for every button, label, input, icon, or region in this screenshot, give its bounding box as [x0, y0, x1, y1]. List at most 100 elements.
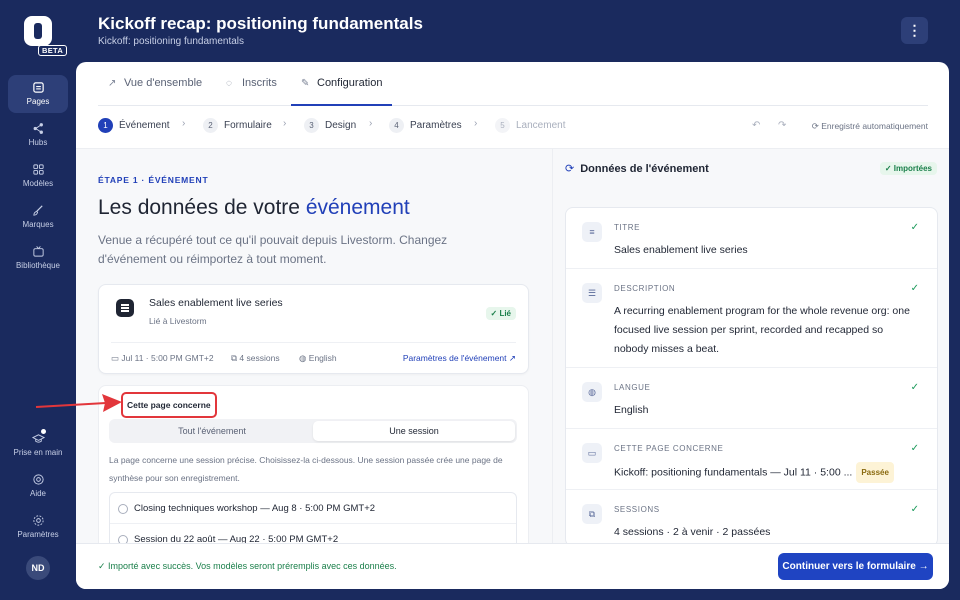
- scope-label: Cette page concerne: [121, 392, 217, 418]
- linked-badge: ✓ Lié: [485, 307, 516, 320]
- sync-icon[interactable]: ⟳: [565, 163, 574, 175]
- field-language: ◍ LANGUE English ✓: [566, 368, 937, 429]
- field-label: DESCRIPTION: [614, 284, 676, 293]
- field-label: CETTE PAGE CONCERNE: [614, 444, 724, 453]
- session-option[interactable]: Session du 22 août — Aug 22 · 5:00 PM GM…: [110, 524, 516, 543]
- field-description: ☰ DESCRIPTION A recurring enablement pro…: [566, 269, 937, 368]
- field-page-scope: ▭ CETTE PAGE CONCERNE Kickoff: positioni…: [566, 429, 937, 490]
- step-label: Formulaire: [224, 120, 272, 132]
- users-icon: ◌: [226, 78, 232, 89]
- section-description: Venue a récupéré tout ce qu'il pouvait d…: [98, 233, 448, 266]
- sidebar-item-prise-en-main[interactable]: Prise en main: [8, 426, 68, 464]
- step-number: 3: [304, 118, 319, 133]
- chevron-right-icon: ›: [182, 118, 186, 129]
- scope-option-event[interactable]: Tout l'événement: [111, 421, 313, 441]
- step-evenement[interactable]: 1 Événement: [98, 118, 170, 133]
- livestorm-icon: [116, 299, 134, 317]
- radio-button[interactable]: [118, 504, 128, 514]
- sidebar-item-parametres[interactable]: Paramètres: [8, 508, 68, 546]
- check-icon: ✓: [910, 222, 919, 233]
- field-value: English: [614, 404, 649, 416]
- tab-bar: ↗ Vue d'ensemble ◌ Inscrits ✎ Configuration: [98, 62, 928, 106]
- field-sessions: ⧉ SESSIONS 4 sessions · 2 à venir · 2 pa…: [566, 490, 937, 543]
- panel-title-text: Données de l'événement: [580, 163, 709, 175]
- field-label: SESSIONS: [614, 505, 660, 514]
- sidebar-item-label: Aide: [29, 489, 46, 498]
- check-icon: ✓: [910, 283, 919, 294]
- annotation-arrow-icon: [35, 394, 122, 412]
- imported-badge: ✓ Importées: [879, 162, 937, 175]
- avatar[interactable]: ND: [26, 556, 50, 580]
- continue-button[interactable]: Continuer vers le formulaire →: [778, 553, 933, 580]
- sidebar-item-bibliotheque[interactable]: Bibliothèque: [8, 239, 68, 277]
- sidebar-item-hubs[interactable]: Hubs: [8, 116, 68, 154]
- session-option[interactable]: Closing techniques workshop — Aug 8 · 5:…: [110, 493, 516, 524]
- field-value: A recurring enablement program for the w…: [614, 305, 910, 355]
- tab-label: Inscrits: [242, 77, 277, 89]
- document-icon: ≡: [582, 222, 602, 242]
- redo-icon[interactable]: ↷: [778, 120, 786, 131]
- step-label: Design: [325, 120, 357, 132]
- pages-icon: [32, 81, 45, 94]
- step-parametres[interactable]: 4 Paramètres: [389, 118, 462, 133]
- field-label: LANGUE: [614, 383, 651, 392]
- field-label: TITRE: [614, 223, 641, 232]
- field-value: 4 sessions · 2 à venir · 2 passées: [614, 526, 771, 538]
- session-label: Closing techniques workshop — Aug 8 · 5:…: [134, 503, 376, 514]
- tab-configuration[interactable]: ✎ Configuration: [291, 62, 393, 106]
- sidebar: BETA Pages Hubs Modèles Marques Biblioth…: [0, 0, 76, 600]
- check-icon: ✓: [910, 382, 919, 393]
- sidebar-item-label: Prise en main: [13, 448, 63, 457]
- step-formulaire[interactable]: 2 Formulaire: [203, 118, 272, 133]
- field-value-text: Kickoff: positioning fundamentals — Jul …: [614, 466, 853, 479]
- app-logo[interactable]: [24, 16, 52, 46]
- scope-option-session[interactable]: Une session: [313, 421, 515, 441]
- session-label: Session du 22 août — Aug 22 · 5:00 PM GM…: [134, 534, 339, 543]
- scope-help-text: La page concerne une session précise. Ch…: [109, 455, 503, 483]
- step-number: 2: [203, 118, 218, 133]
- field-value: Kickoff: positioning fundamentals — Jul …: [614, 462, 914, 483]
- more-menu-button[interactable]: ⋮: [901, 17, 928, 44]
- tab-inscrits[interactable]: ◌ Inscrits: [226, 62, 277, 106]
- sidebar-item-marques[interactable]: Marques: [8, 198, 68, 236]
- event-source: Lié à Livestorm: [149, 316, 207, 326]
- check-icon: ✓: [910, 504, 919, 515]
- section-title: Les données de votre événement: [98, 196, 410, 220]
- page-scope-section: Cette page concerne Tout l'événement Une…: [98, 385, 529, 543]
- brush-icon: [32, 204, 45, 217]
- step-number: 5: [495, 118, 510, 133]
- undo-icon[interactable]: ↶: [752, 120, 760, 131]
- step-design[interactable]: 3 Design: [304, 118, 356, 133]
- gear-icon: [32, 514, 45, 527]
- step-label: Lancement: [516, 120, 566, 132]
- event-settings-link[interactable]: Paramètres de l'événement ↗: [403, 353, 516, 364]
- edit-icon: ✎: [301, 78, 310, 89]
- sidebar-item-label: Pages: [26, 97, 50, 106]
- sidebar-item-aide[interactable]: Aide: [8, 467, 68, 505]
- sidebar-item-label: Modèles: [22, 179, 54, 188]
- tv-icon: [32, 245, 45, 258]
- step-lancement: 5 Lancement: [495, 118, 565, 133]
- chevron-right-icon: ›: [369, 118, 373, 129]
- autosave-status: ⟳ Enregistré automatiquement: [811, 121, 928, 131]
- tab-overview[interactable]: ↗ Vue d'ensemble: [108, 62, 202, 106]
- sidebar-item-label: Paramètres: [17, 530, 59, 539]
- step-eyebrow: ÉTAPE 1 · ÉVÉNEMENT: [98, 175, 209, 185]
- list-icon: ☰: [582, 283, 602, 303]
- trend-icon: ↗: [108, 78, 117, 89]
- sidebar-item-pages[interactable]: Pages: [8, 75, 68, 113]
- event-data-panel: ⟳ Données de l'événement ✓ Importées ≡ TI…: [552, 148, 949, 543]
- footer-bar: ✓ Importé avec succès. Vos modèles seron…: [76, 543, 949, 589]
- step-label: Paramètres: [410, 120, 462, 132]
- radio-button[interactable]: [118, 535, 128, 543]
- main-card: ↗ Vue d'ensemble ◌ Inscrits ✎ Configuration…: [76, 62, 949, 589]
- event-language: ◍ English: [299, 353, 337, 363]
- title-text: Les données de votre: [98, 196, 306, 219]
- session-list: Closing techniques workshop — Aug 8 · 5:…: [109, 492, 517, 543]
- step-label: Événement: [119, 120, 170, 132]
- sidebar-item-modeles[interactable]: Modèles: [8, 157, 68, 195]
- past-badge: Passée: [856, 462, 894, 483]
- divider: [111, 342, 516, 343]
- copy-icon: ⧉: [582, 504, 602, 524]
- title-highlight: événement: [305, 196, 410, 219]
